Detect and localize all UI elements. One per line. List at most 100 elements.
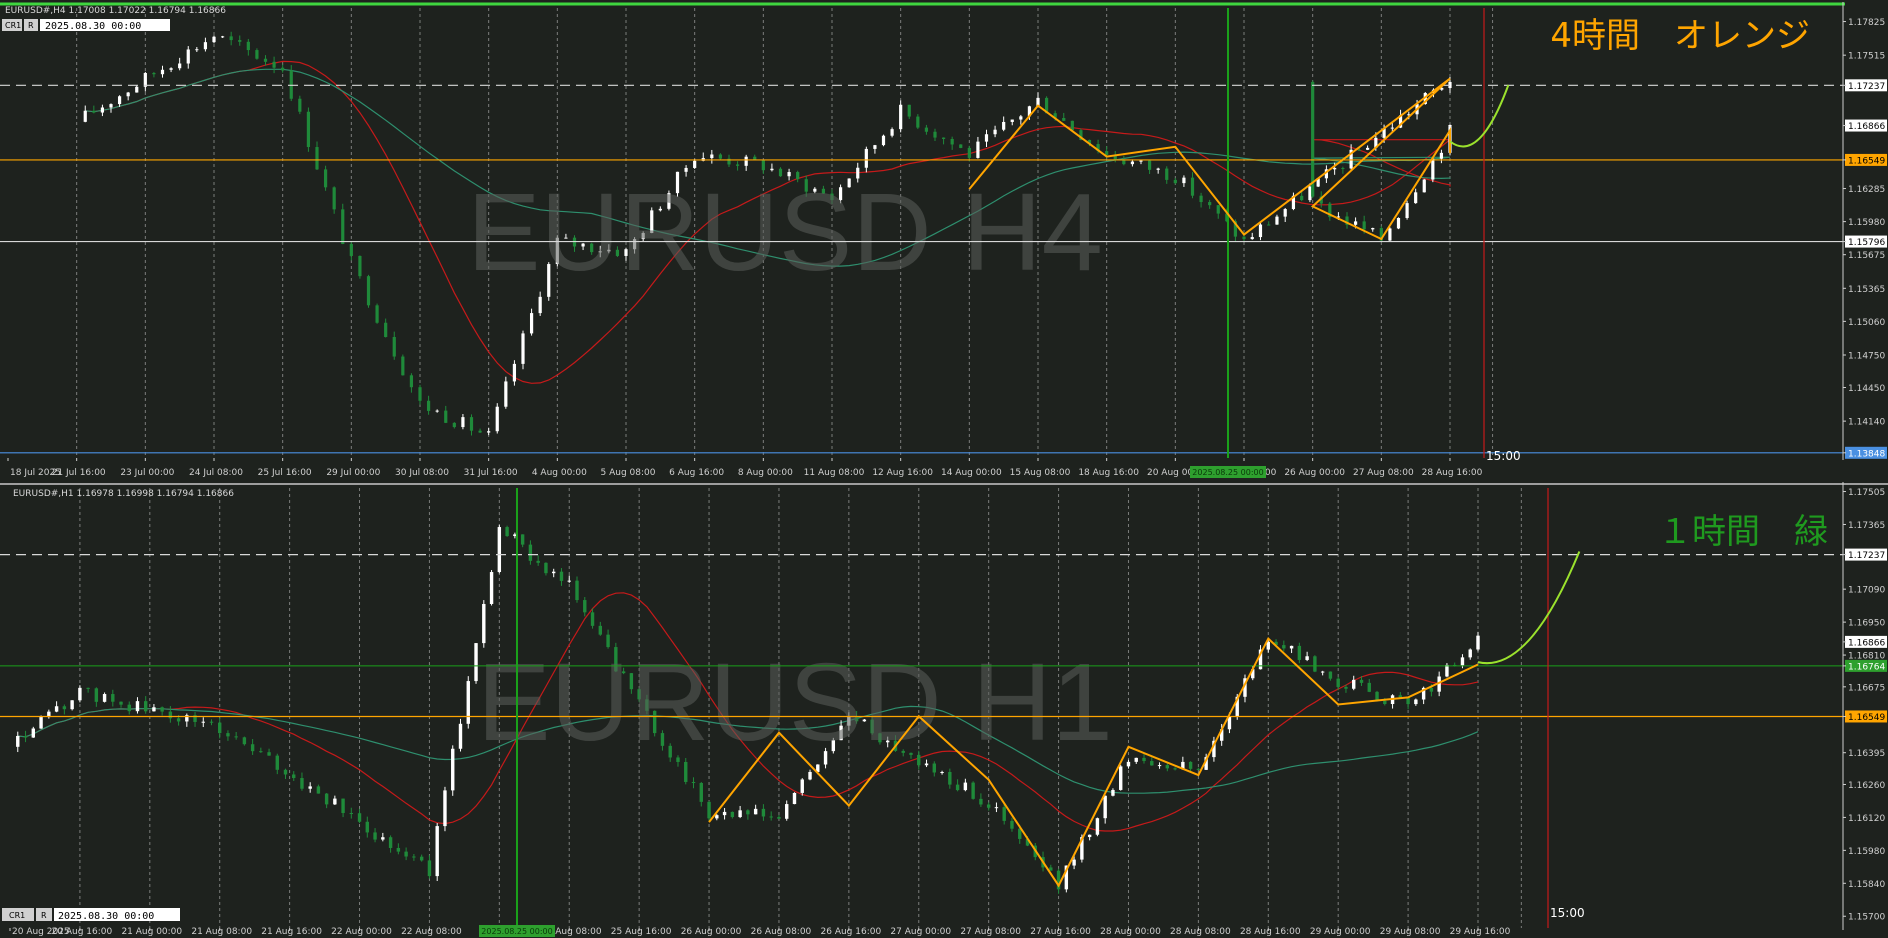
candle-body: [1282, 645, 1286, 649]
candle-body: [497, 527, 502, 573]
candle-body: [1344, 686, 1348, 689]
candle-body: [1165, 765, 1170, 769]
time-label: 12 Aug 16:00: [872, 468, 933, 478]
candle-body: [435, 410, 439, 412]
h4-date-input[interactable]: 2025.08.30 00:00: [40, 19, 170, 32]
time-label: 5 Aug 08:00: [601, 468, 656, 478]
price-label: 1.13848: [1848, 449, 1885, 459]
candle-body: [940, 771, 944, 773]
candle-body: [941, 137, 946, 139]
candle-body: [176, 718, 181, 722]
candle-body: [950, 138, 954, 145]
h4-time-marker: 15:00: [1486, 449, 1521, 463]
price-label: 1.17365: [1848, 521, 1885, 531]
candle-body: [528, 544, 533, 561]
highlight-time-label: 2025.08.25 00:00: [1192, 468, 1263, 477]
candle-body: [160, 69, 165, 75]
candle-body: [1336, 678, 1340, 687]
candle-body: [1353, 221, 1358, 225]
candle-body: [102, 694, 107, 702]
h1-r-button[interactable]: R: [36, 908, 52, 921]
candle-body: [1095, 818, 1100, 835]
time-label: 23 Jul 00:00: [120, 468, 174, 478]
candle-body: [536, 560, 540, 563]
candle-body: [495, 406, 499, 432]
candle-body: [715, 815, 719, 819]
candle-body: [218, 722, 222, 734]
candle-body: [201, 721, 205, 723]
candle-body: [1362, 221, 1366, 230]
candle-body: [478, 430, 482, 433]
candle-body: [1196, 768, 1201, 770]
candle-body: [761, 808, 766, 817]
candle-body: [195, 49, 199, 51]
candle-body: [890, 129, 894, 136]
time-label: 28 Aug 16:00: [1422, 468, 1483, 478]
candle-body: [1460, 657, 1465, 666]
candle-body: [281, 67, 285, 71]
candle-body: [1308, 186, 1312, 201]
candle-body: [777, 817, 781, 819]
candle-body: [1130, 161, 1135, 165]
candle-body: [529, 313, 534, 334]
candle-body: [152, 72, 156, 75]
h4-cr1-button[interactable]: CR1: [2, 19, 22, 31]
candle-body: [435, 826, 439, 877]
candle-body: [78, 687, 82, 701]
h1-date-input[interactable]: 2025.08.30 00:00: [54, 908, 180, 922]
candle-body: [1216, 205, 1220, 214]
candle-body: [693, 160, 697, 168]
candle-body: [178, 63, 182, 69]
time-label: 29 Aug 00:00: [1310, 927, 1371, 937]
candle-body: [242, 737, 247, 745]
candle-body: [1208, 202, 1212, 206]
h1-cr1-button[interactable]: CR1: [2, 908, 34, 921]
time-label: 27 Aug 16:00: [1030, 927, 1091, 937]
candle-body: [1476, 635, 1480, 650]
candle-body: [710, 154, 714, 159]
candle-body: [746, 810, 750, 815]
candle-body: [86, 687, 90, 689]
candle-body: [1429, 687, 1434, 692]
price-label: 1.16549: [1848, 713, 1885, 723]
price-label: 1.16549: [1848, 156, 1885, 166]
candle-body: [1405, 203, 1409, 218]
candle-body: [169, 68, 173, 70]
time-label: 26 Aug 16:00: [821, 927, 882, 937]
candle-body: [792, 792, 797, 805]
h4-cr1-label: CR1: [5, 21, 21, 30]
price-label: 1.14140: [1848, 418, 1885, 428]
h1-watermark: EURUSD H1: [477, 641, 1113, 764]
candle-body: [1468, 649, 1472, 658]
candle-body: [707, 801, 711, 819]
candle-body: [412, 856, 416, 858]
candle-body: [404, 851, 408, 857]
time-label: 14 Aug 00:00: [941, 468, 1002, 478]
candle-body: [1126, 761, 1131, 767]
candle-body: [323, 169, 328, 188]
price-label: 1.16675: [1848, 683, 1885, 693]
candle-body: [691, 781, 696, 783]
time-label: 21 Aug 00:00: [121, 927, 182, 937]
h4-r-label: R: [28, 21, 34, 30]
candle-body: [100, 107, 105, 113]
candle-body: [512, 363, 517, 382]
candle-body: [315, 147, 319, 170]
candle-body: [308, 786, 312, 789]
candle-body: [1439, 152, 1444, 159]
candle-body: [963, 782, 968, 791]
price-label: 1.15675: [1848, 251, 1885, 261]
h4-r-button[interactable]: R: [24, 19, 38, 31]
candle-body: [333, 798, 337, 805]
candle-body: [770, 168, 774, 171]
candle-body: [738, 810, 742, 818]
candle-body: [1105, 151, 1109, 155]
candle-body: [730, 811, 735, 818]
candle-body: [229, 36, 233, 41]
time-label: 26 Aug 00:00: [1284, 468, 1345, 478]
h1-annotation: １時間 緑: [1658, 512, 1828, 552]
candle-body: [109, 104, 113, 108]
candle-body: [461, 417, 465, 428]
candle-body: [873, 145, 877, 149]
candle-body: [298, 98, 302, 112]
